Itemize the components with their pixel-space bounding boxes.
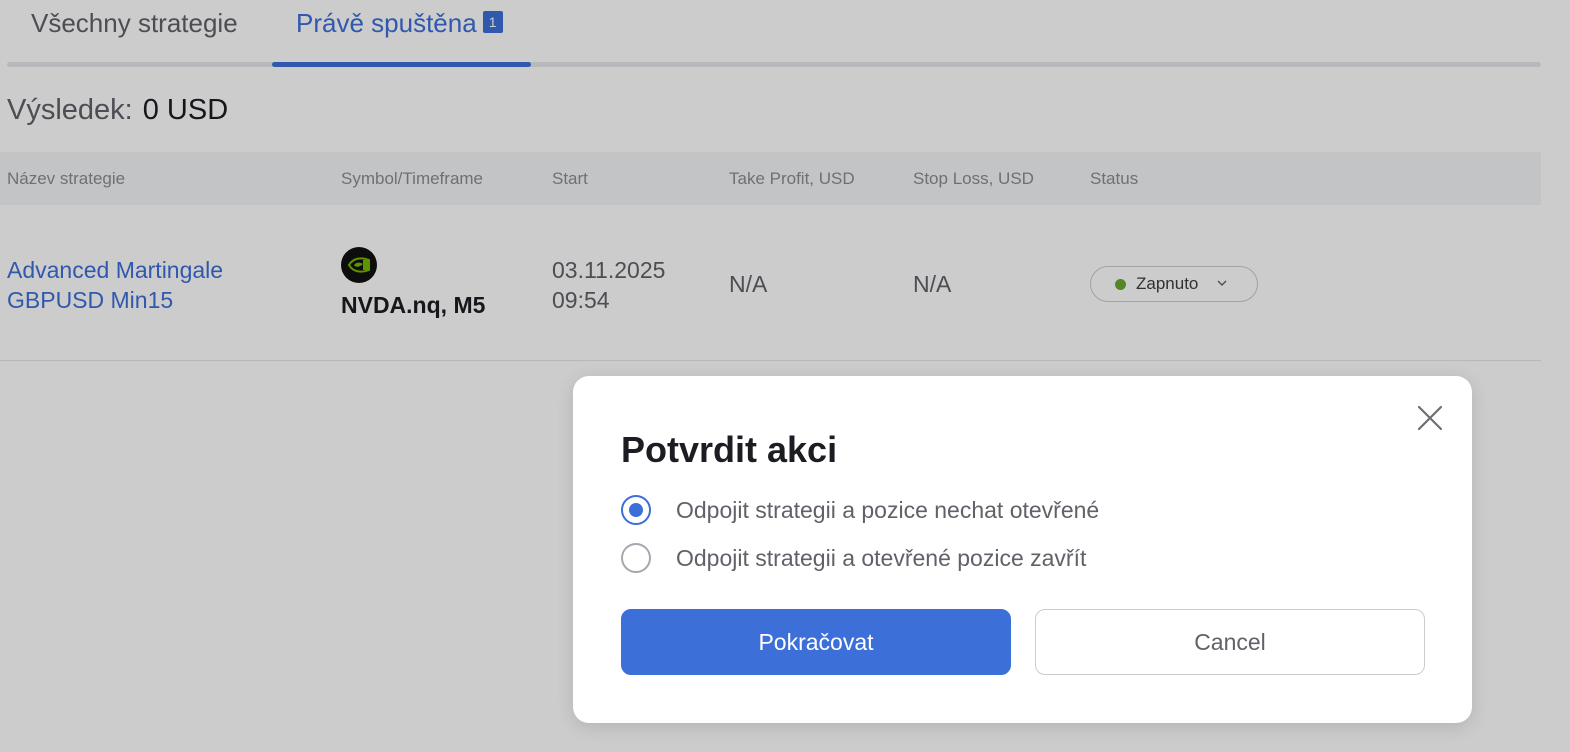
option-keep-positions-open[interactable]: Odpojit strategii a pozice nechat otevře… bbox=[621, 494, 1421, 526]
cancel-button[interactable]: Cancel bbox=[1035, 609, 1425, 675]
option-close-positions[interactable]: Odpojit strategii a otevřené pozice zavř… bbox=[621, 542, 1421, 574]
option-keep-positions-open-label: Odpojit strategii a pozice nechat otevře… bbox=[676, 497, 1100, 523]
close-icon[interactable] bbox=[1416, 404, 1444, 432]
radio-keep-positions-open[interactable] bbox=[621, 495, 651, 525]
continue-button[interactable]: Pokračovat bbox=[621, 609, 1011, 675]
confirm-action-dialog: Potvrdit akci Odpojit strategii a pozice… bbox=[573, 376, 1472, 723]
option-close-positions-label: Odpojit strategii a otevřené pozice zavř… bbox=[676, 545, 1087, 571]
radio-close-positions[interactable] bbox=[621, 543, 651, 573]
dialog-title: Potvrdit akci bbox=[621, 429, 838, 470]
